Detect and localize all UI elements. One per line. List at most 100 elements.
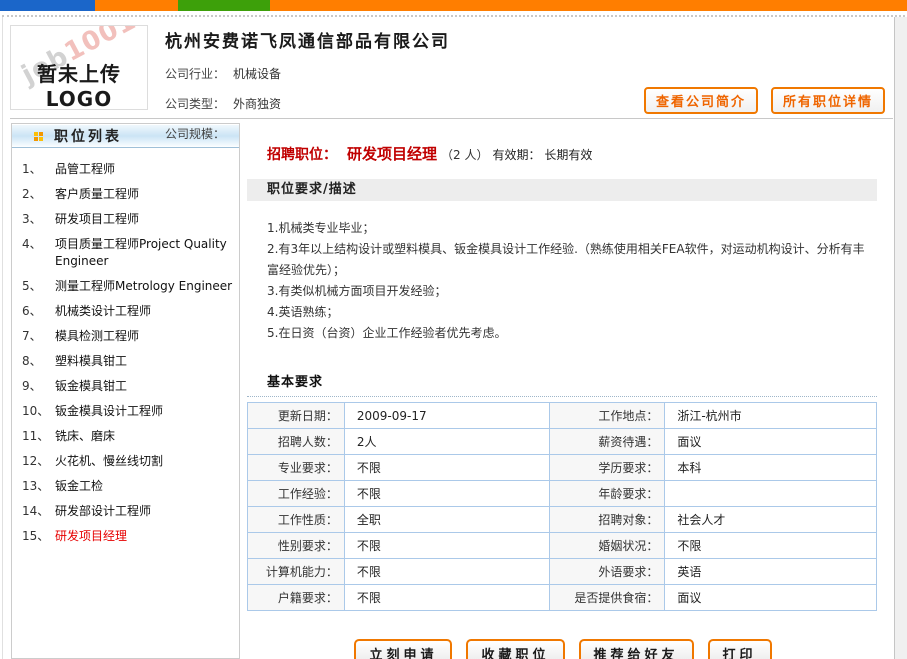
company-field-label: 公司类型： xyxy=(165,97,225,111)
company-field-row: 公司行业： 机械设备 xyxy=(165,65,450,82)
job-list-item[interactable]: 11、铣床、磨床 xyxy=(22,428,233,445)
job-item-label: 钣金工检 xyxy=(55,478,103,495)
table-value-cell: 浙江-杭州市 xyxy=(665,403,877,429)
orange-segment xyxy=(270,0,907,11)
blue-segment xyxy=(0,0,95,11)
job-item-number: 4、 xyxy=(22,236,55,270)
job-position-title: 研发项目经理 xyxy=(347,145,437,163)
table-row: 工作经验：不限年龄要求： xyxy=(248,481,877,507)
job-headcount: （2 人） xyxy=(441,148,488,162)
table-value-cell: 全职 xyxy=(344,507,549,533)
job-list-item[interactable]: 7、模具检测工程师 xyxy=(22,328,233,345)
table-value-cell: 不限 xyxy=(665,533,877,559)
job-list-item[interactable]: 1、品管工程师 xyxy=(22,161,233,178)
table-label-cell: 计算机能力： xyxy=(248,559,345,585)
job-detail-panel: 招聘职位： 研发项目经理 （2 人） 有效期： 长期有效 职位要求/描述 1.机械类专… xyxy=(247,123,879,659)
action-button[interactable]: 立刻申请 xyxy=(354,639,452,659)
table-value-cell: 社会人才 xyxy=(665,507,877,533)
header-button[interactable]: 查看公司简介 xyxy=(644,87,758,114)
company-field-row: 公司规模： xyxy=(165,125,450,142)
table-value-cell: 本科 xyxy=(665,455,877,481)
company-logo-placeholder: job1001.com 暂未上传LOGO xyxy=(10,25,148,110)
table-label-cell: 户籍要求： xyxy=(248,585,345,611)
table-value-cell: 不限 xyxy=(344,455,549,481)
table-row: 性别要求：不限婚姻状况：不限 xyxy=(248,533,877,559)
job-item-number: 12、 xyxy=(22,453,55,470)
table-label-cell: 更新日期： xyxy=(248,403,345,429)
job-list-item[interactable]: 8、塑料模具钳工 xyxy=(22,353,233,370)
job-item-label: 研发部设计工程师 xyxy=(55,503,151,520)
job-item-number: 10、 xyxy=(22,403,55,420)
content-area: 职位列表 1、品管工程师 2、客户质量工程师 3、研发项目工程师 4、项目质量工程师P… xyxy=(0,123,907,659)
job-position-label: 招聘职位： xyxy=(267,147,337,163)
basic-dotted-separator xyxy=(247,396,877,397)
job-list-item[interactable]: 10、钣金模具设计工程师 xyxy=(22,403,233,420)
job-item-number: 5、 xyxy=(22,278,55,295)
action-button[interactable]: 推荐给好友 xyxy=(579,639,694,659)
table-row: 专业要求：不限学历要求：本科 xyxy=(248,455,877,481)
job-list-item[interactable]: 3、研发项目工程师 xyxy=(22,211,233,228)
job-item-number: 9、 xyxy=(22,378,55,395)
job-item-label: 机械类设计工程师 xyxy=(55,303,151,320)
table-value-cell xyxy=(665,481,877,507)
table-label-cell: 工作性质： xyxy=(248,507,345,533)
table-value-cell: 不限 xyxy=(344,533,549,559)
job-list-item[interactable]: 13、钣金工检 xyxy=(22,478,233,495)
top-color-bar xyxy=(0,0,907,11)
job-list-item[interactable]: 2、客户质量工程师 xyxy=(22,186,233,203)
job-list-item[interactable]: 5、测量工程师Metrology Engineer xyxy=(22,278,233,295)
table-label-cell: 婚姻状况： xyxy=(549,533,665,559)
job-list-item[interactable]: 15、研发项目经理 xyxy=(22,528,233,545)
green-segment xyxy=(178,0,270,11)
job-list-item[interactable]: 12、火花机、慢丝线切割 xyxy=(22,453,233,470)
action-button[interactable]: 打印 xyxy=(708,639,772,659)
description-line: 4.英语熟练； xyxy=(267,302,875,323)
company-field-label: 公司规模： xyxy=(165,127,225,141)
job-item-label: 钣金模具钳工 xyxy=(55,378,127,395)
company-field-row: 公司类型： 外商独资 xyxy=(165,95,450,112)
table-label-cell: 招聘人数： xyxy=(248,429,345,455)
company-field-value: 机械设备 xyxy=(233,67,281,81)
job-list-item[interactable]: 6、机械类设计工程师 xyxy=(22,303,233,320)
validity-label: 有效期： xyxy=(492,148,540,162)
company-field-value: 外商独资 xyxy=(233,97,281,111)
job-item-number: 3、 xyxy=(22,211,55,228)
header-buttons: 查看公司简介所有职位详情 xyxy=(644,87,885,114)
table-row: 计算机能力：不限外语要求：英语 xyxy=(248,559,877,585)
section-basic-header: 基本要求 xyxy=(267,371,879,390)
job-list-item[interactable]: 4、项目质量工程师Project Quality Engineer xyxy=(22,236,233,270)
job-item-label: 火花机、慢丝线切割 xyxy=(55,453,163,470)
orange-segment xyxy=(95,0,178,11)
job-list-title: 职位列表 xyxy=(54,126,122,146)
section-requirements-header: 职位要求/描述 xyxy=(247,179,877,201)
company-name: 杭州安费诺飞凤通信部品有限公司 xyxy=(165,27,450,52)
logo-placeholder-text: 暂未上传LOGO xyxy=(11,58,147,110)
job-item-number: 6、 xyxy=(22,303,55,320)
table-value-cell: 英语 xyxy=(665,559,877,585)
company-field-label: 公司行业： xyxy=(165,67,225,81)
table-value-cell: 2人 xyxy=(344,429,549,455)
header-divider xyxy=(10,118,893,119)
job-list-item[interactable]: 14、研发部设计工程师 xyxy=(22,503,233,520)
job-item-number: 11、 xyxy=(22,428,55,445)
job-item-label: 品管工程师 xyxy=(55,161,115,178)
table-value-cell: 面议 xyxy=(665,429,877,455)
header-button[interactable]: 所有职位详情 xyxy=(771,87,885,114)
table-label-cell: 工作地点： xyxy=(549,403,665,429)
company-fields: 公司行业： 机械设备公司类型： 外商独资公司规模： xyxy=(165,65,450,142)
table-value-cell: 不限 xyxy=(344,585,549,611)
action-button[interactable]: 收藏职位 xyxy=(466,639,564,659)
table-label-cell: 学历要求： xyxy=(549,455,665,481)
job-title-line: 招聘职位： 研发项目经理 （2 人） 有效期： 长期有效 xyxy=(267,143,879,164)
table-label-cell: 性别要求： xyxy=(248,533,345,559)
job-description: 1.机械类专业毕业；2.有3年以上结构设计或塑料模具、钣金模具设计工作经验.（熟… xyxy=(267,218,875,344)
job-list-item[interactable]: 9、钣金模具钳工 xyxy=(22,378,233,395)
table-label-cell: 薪资待遇： xyxy=(549,429,665,455)
job-item-label: 客户质量工程师 xyxy=(55,186,139,203)
table-label-cell: 工作经验： xyxy=(248,481,345,507)
job-item-number: 1、 xyxy=(22,161,55,178)
job-item-label: 钣金模具设计工程师 xyxy=(55,403,163,420)
validity-value: 长期有效 xyxy=(544,148,592,162)
squares-icon xyxy=(34,132,43,141)
action-buttons: 立刻申请收藏职位推荐给好友打印 xyxy=(247,639,879,659)
